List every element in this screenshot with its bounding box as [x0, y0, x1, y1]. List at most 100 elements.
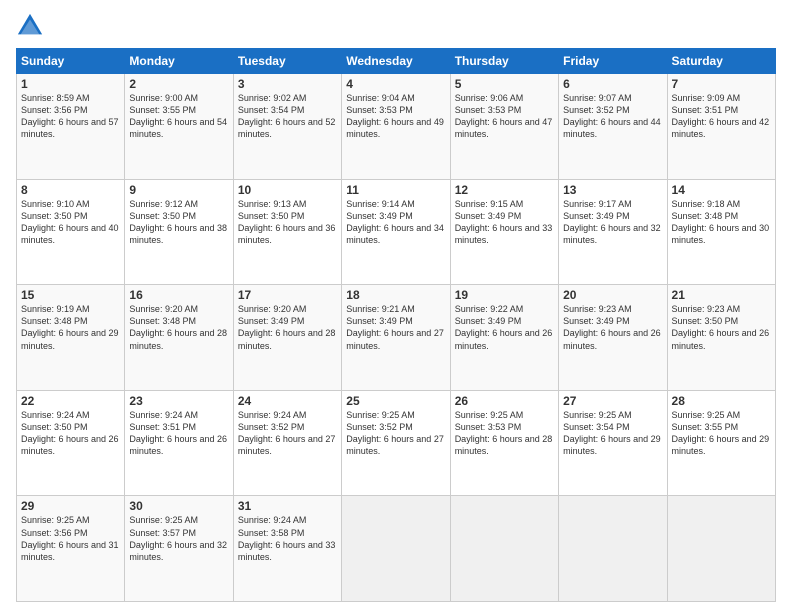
day-info: Sunrise: 9:23 AMSunset: 3:50 PMDaylight:…: [672, 303, 771, 352]
logo: [16, 12, 48, 40]
calendar-cell: 14Sunrise: 9:18 AMSunset: 3:48 PMDayligh…: [667, 179, 775, 285]
week-row-1: 1Sunrise: 8:59 AMSunset: 3:56 PMDaylight…: [17, 74, 776, 180]
calendar-cell: 23Sunrise: 9:24 AMSunset: 3:51 PMDayligh…: [125, 390, 233, 496]
day-info: Sunrise: 9:21 AMSunset: 3:49 PMDaylight:…: [346, 303, 445, 352]
calendar-cell: [342, 496, 450, 602]
day-info: Sunrise: 9:19 AMSunset: 3:48 PMDaylight:…: [21, 303, 120, 352]
week-row-3: 15Sunrise: 9:19 AMSunset: 3:48 PMDayligh…: [17, 285, 776, 391]
day-number: 11: [346, 183, 445, 197]
day-info: Sunrise: 9:13 AMSunset: 3:50 PMDaylight:…: [238, 198, 337, 247]
page: SundayMondayTuesdayWednesdayThursdayFrid…: [0, 0, 792, 612]
calendar-cell: 24Sunrise: 9:24 AMSunset: 3:52 PMDayligh…: [233, 390, 341, 496]
logo-icon: [16, 12, 44, 40]
calendar-cell: 29Sunrise: 9:25 AMSunset: 3:56 PMDayligh…: [17, 496, 125, 602]
day-info: Sunrise: 9:06 AMSunset: 3:53 PMDaylight:…: [455, 92, 554, 141]
calendar-cell: 25Sunrise: 9:25 AMSunset: 3:52 PMDayligh…: [342, 390, 450, 496]
calendar-cell: 20Sunrise: 9:23 AMSunset: 3:49 PMDayligh…: [559, 285, 667, 391]
day-info: Sunrise: 9:23 AMSunset: 3:49 PMDaylight:…: [563, 303, 662, 352]
day-number: 29: [21, 499, 120, 513]
day-info: Sunrise: 9:25 AMSunset: 3:52 PMDaylight:…: [346, 409, 445, 458]
day-info: Sunrise: 9:17 AMSunset: 3:49 PMDaylight:…: [563, 198, 662, 247]
day-info: Sunrise: 9:02 AMSunset: 3:54 PMDaylight:…: [238, 92, 337, 141]
day-info: Sunrise: 9:25 AMSunset: 3:55 PMDaylight:…: [672, 409, 771, 458]
day-number: 21: [672, 288, 771, 302]
day-number: 2: [129, 77, 228, 91]
day-info: Sunrise: 9:18 AMSunset: 3:48 PMDaylight:…: [672, 198, 771, 247]
day-info: Sunrise: 9:24 AMSunset: 3:50 PMDaylight:…: [21, 409, 120, 458]
day-number: 16: [129, 288, 228, 302]
calendar-cell: 22Sunrise: 9:24 AMSunset: 3:50 PMDayligh…: [17, 390, 125, 496]
day-info: Sunrise: 9:24 AMSunset: 3:52 PMDaylight:…: [238, 409, 337, 458]
calendar-cell: 16Sunrise: 9:20 AMSunset: 3:48 PMDayligh…: [125, 285, 233, 391]
day-info: Sunrise: 9:25 AMSunset: 3:54 PMDaylight:…: [563, 409, 662, 458]
weekday-header-sunday: Sunday: [17, 49, 125, 74]
day-info: Sunrise: 9:24 AMSunset: 3:51 PMDaylight:…: [129, 409, 228, 458]
day-number: 15: [21, 288, 120, 302]
day-info: Sunrise: 9:25 AMSunset: 3:57 PMDaylight:…: [129, 514, 228, 563]
day-info: Sunrise: 9:22 AMSunset: 3:49 PMDaylight:…: [455, 303, 554, 352]
calendar-cell: 8Sunrise: 9:10 AMSunset: 3:50 PMDaylight…: [17, 179, 125, 285]
calendar-cell: 12Sunrise: 9:15 AMSunset: 3:49 PMDayligh…: [450, 179, 558, 285]
calendar-cell: 27Sunrise: 9:25 AMSunset: 3:54 PMDayligh…: [559, 390, 667, 496]
calendar-cell: 5Sunrise: 9:06 AMSunset: 3:53 PMDaylight…: [450, 74, 558, 180]
weekday-header-friday: Friday: [559, 49, 667, 74]
calendar-cell: 30Sunrise: 9:25 AMSunset: 3:57 PMDayligh…: [125, 496, 233, 602]
day-info: Sunrise: 9:12 AMSunset: 3:50 PMDaylight:…: [129, 198, 228, 247]
day-number: 31: [238, 499, 337, 513]
week-row-2: 8Sunrise: 9:10 AMSunset: 3:50 PMDaylight…: [17, 179, 776, 285]
day-info: Sunrise: 9:10 AMSunset: 3:50 PMDaylight:…: [21, 198, 120, 247]
day-number: 14: [672, 183, 771, 197]
day-number: 24: [238, 394, 337, 408]
day-number: 7: [672, 77, 771, 91]
day-info: Sunrise: 9:20 AMSunset: 3:48 PMDaylight:…: [129, 303, 228, 352]
day-number: 6: [563, 77, 662, 91]
day-number: 28: [672, 394, 771, 408]
calendar-cell: 10Sunrise: 9:13 AMSunset: 3:50 PMDayligh…: [233, 179, 341, 285]
day-number: 30: [129, 499, 228, 513]
day-number: 9: [129, 183, 228, 197]
day-number: 27: [563, 394, 662, 408]
calendar-cell: 19Sunrise: 9:22 AMSunset: 3:49 PMDayligh…: [450, 285, 558, 391]
calendar-cell: 17Sunrise: 9:20 AMSunset: 3:49 PMDayligh…: [233, 285, 341, 391]
day-info: Sunrise: 9:00 AMSunset: 3:55 PMDaylight:…: [129, 92, 228, 141]
calendar-cell: [450, 496, 558, 602]
weekday-header-row: SundayMondayTuesdayWednesdayThursdayFrid…: [17, 49, 776, 74]
calendar-cell: 7Sunrise: 9:09 AMSunset: 3:51 PMDaylight…: [667, 74, 775, 180]
day-number: 13: [563, 183, 662, 197]
calendar-cell: [559, 496, 667, 602]
day-info: Sunrise: 9:09 AMSunset: 3:51 PMDaylight:…: [672, 92, 771, 141]
day-number: 19: [455, 288, 554, 302]
day-number: 26: [455, 394, 554, 408]
day-number: 1: [21, 77, 120, 91]
day-number: 8: [21, 183, 120, 197]
calendar-cell: 4Sunrise: 9:04 AMSunset: 3:53 PMDaylight…: [342, 74, 450, 180]
calendar-cell: 26Sunrise: 9:25 AMSunset: 3:53 PMDayligh…: [450, 390, 558, 496]
day-number: 18: [346, 288, 445, 302]
calendar-cell: 28Sunrise: 9:25 AMSunset: 3:55 PMDayligh…: [667, 390, 775, 496]
calendar-cell: 18Sunrise: 9:21 AMSunset: 3:49 PMDayligh…: [342, 285, 450, 391]
weekday-header-tuesday: Tuesday: [233, 49, 341, 74]
week-row-4: 22Sunrise: 9:24 AMSunset: 3:50 PMDayligh…: [17, 390, 776, 496]
calendar-table: SundayMondayTuesdayWednesdayThursdayFrid…: [16, 48, 776, 602]
weekday-header-thursday: Thursday: [450, 49, 558, 74]
header: [16, 12, 776, 40]
day-info: Sunrise: 9:20 AMSunset: 3:49 PMDaylight:…: [238, 303, 337, 352]
day-info: Sunrise: 9:15 AMSunset: 3:49 PMDaylight:…: [455, 198, 554, 247]
day-info: Sunrise: 9:24 AMSunset: 3:58 PMDaylight:…: [238, 514, 337, 563]
calendar-cell: [667, 496, 775, 602]
calendar-cell: 15Sunrise: 9:19 AMSunset: 3:48 PMDayligh…: [17, 285, 125, 391]
day-number: 12: [455, 183, 554, 197]
day-info: Sunrise: 8:59 AMSunset: 3:56 PMDaylight:…: [21, 92, 120, 141]
day-number: 10: [238, 183, 337, 197]
day-info: Sunrise: 9:25 AMSunset: 3:56 PMDaylight:…: [21, 514, 120, 563]
day-number: 22: [21, 394, 120, 408]
calendar-cell: 13Sunrise: 9:17 AMSunset: 3:49 PMDayligh…: [559, 179, 667, 285]
day-info: Sunrise: 9:04 AMSunset: 3:53 PMDaylight:…: [346, 92, 445, 141]
calendar-cell: 2Sunrise: 9:00 AMSunset: 3:55 PMDaylight…: [125, 74, 233, 180]
day-number: 25: [346, 394, 445, 408]
calendar-cell: 1Sunrise: 8:59 AMSunset: 3:56 PMDaylight…: [17, 74, 125, 180]
calendar-cell: 21Sunrise: 9:23 AMSunset: 3:50 PMDayligh…: [667, 285, 775, 391]
day-number: 17: [238, 288, 337, 302]
weekday-header-monday: Monday: [125, 49, 233, 74]
day-info: Sunrise: 9:14 AMSunset: 3:49 PMDaylight:…: [346, 198, 445, 247]
